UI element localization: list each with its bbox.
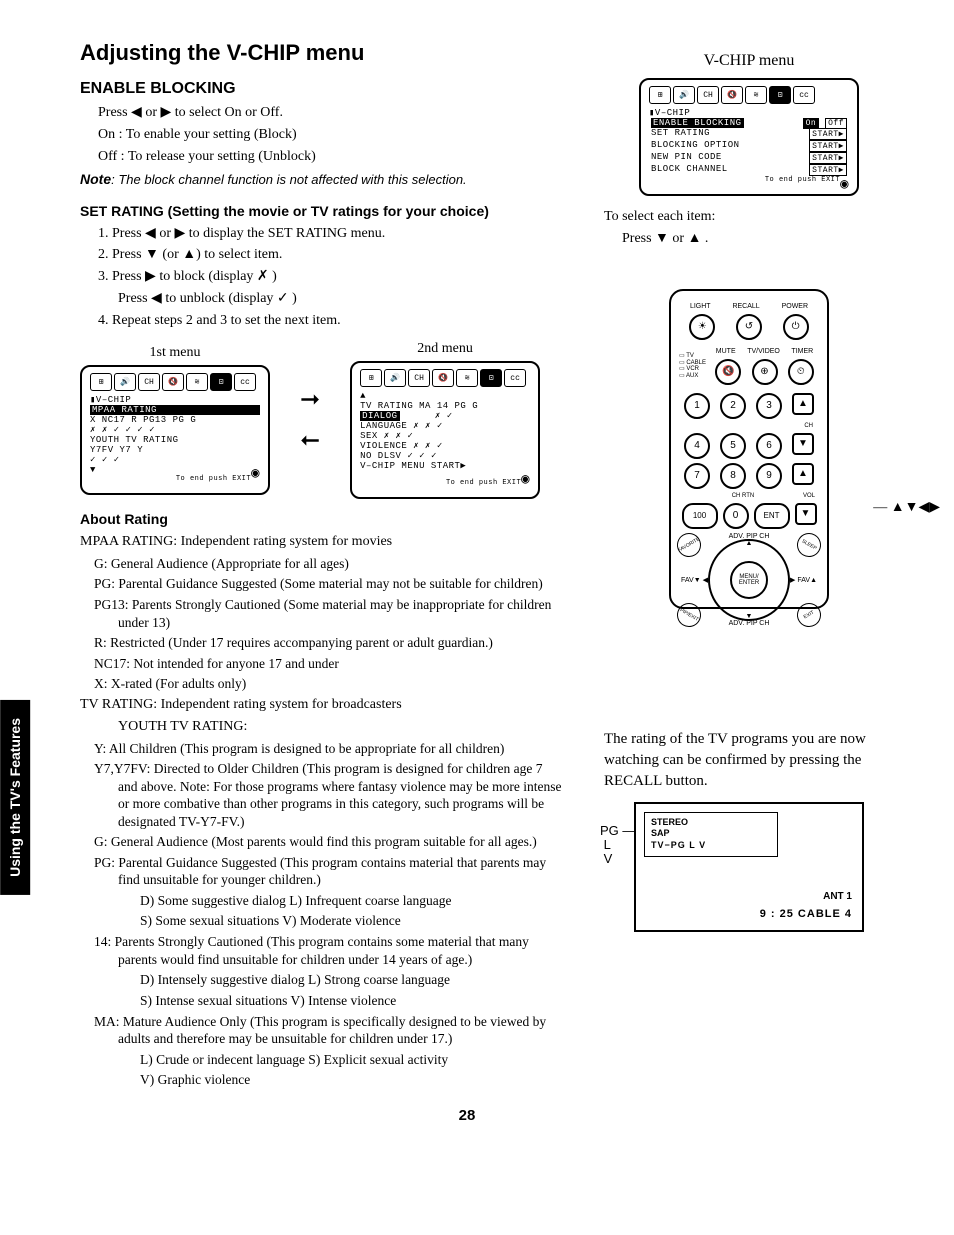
arrow-keys-label: ▲▼◀▶: [891, 500, 940, 515]
rating-y7: Y7,Y7FV: Directed to Older Children (Thi…: [80, 760, 564, 830]
osd-2nd-menu: ⊞🔊CH🔇≋⊡cc ▲ TV RATING MA 14 PG G DIALOG …: [350, 361, 540, 499]
enable-line3: Off : To release your setting (Unblock): [80, 148, 564, 167]
rating-ma-v: V) Graphic violence: [80, 1071, 564, 1089]
step4: 4. Repeat steps 2 and 3 to set the next …: [80, 312, 564, 331]
rating-tpg-d: D) Some suggestive dialog L) Infrequent …: [80, 892, 564, 910]
rating-14-d: D) Intensely suggestive dialog L) Strong…: [80, 971, 564, 989]
step3b: Press ◀ to unblock (display ✓ ): [80, 290, 564, 309]
rating-14-s: S) Intense sexual situations V) Intense …: [80, 992, 564, 1010]
side-tab: Using the TV's Features: [0, 700, 30, 895]
osd-vchip-menu: ⊞🔊CH🔇≋⊡cc ▮V–CHIP ENABLE BLOCKINGOn Off …: [639, 78, 859, 196]
menus-row: 1st menu ⊞🔊CH🔇≋⊡cc ▮V–CHIP MPAA RATING X…: [80, 341, 564, 499]
about-rating-heading: About Rating: [80, 511, 564, 527]
arrow-right-icon: ➞: [300, 385, 320, 414]
rating-tpg: PG: Parental Guidance Suggested (This pr…: [80, 854, 564, 889]
rating-pg: PG: Parental Guidance Suggested (Some ma…: [80, 575, 564, 593]
select-each-item: To select each item:: [604, 208, 894, 227]
rating-x: X: X-rated (For adults only): [80, 675, 564, 693]
step2: 2. Press ▼ (or ▲) to select item.: [80, 246, 564, 265]
osd-1st-menu: ⊞🔊CH🔇≋⊡cc ▮V–CHIP MPAA RATING X NC17 R P…: [80, 365, 270, 495]
arrow-left-icon: ➞: [300, 426, 320, 455]
pg-callout: PG — L V: [600, 824, 635, 867]
main-title: Adjusting the V-CHIP menu: [80, 40, 564, 66]
rating-nc17: NC17: Not intended for anyone 17 and und…: [80, 655, 564, 673]
press-arrows: Press ▼ or ▲ .: [604, 230, 894, 249]
rating-r: R: Restricted (Under 17 requires accompa…: [80, 634, 564, 652]
first-menu-label: 1st menu: [80, 345, 270, 361]
vchip-menu-title: V-CHIP menu: [604, 52, 894, 70]
youth-heading: YOUTH TV RATING:: [80, 718, 564, 737]
rating-g: G: General Audience (Appropriate for all…: [80, 555, 564, 573]
step3a: 3. Press ▶ to block (display ✗ ): [80, 268, 564, 287]
tv-rating-line: TV RATING: Independent rating system for…: [80, 696, 564, 715]
tv-screen: PG — L V STEREO SAP TV−PG L V ANT 1 9 : …: [634, 802, 864, 932]
rating-tg: G: General Audience (Most parents would …: [80, 833, 564, 851]
remote-control: LIGHTRECALLPOWER ☀↺⏻ ▭ TV▭ CABLE▭ VCR▭ A…: [669, 289, 829, 609]
note-line: Note: The block channel function is not …: [80, 170, 564, 191]
rating-ma: MA: Mature Audience Only (This program i…: [80, 1013, 564, 1048]
page-number: 28: [40, 1107, 894, 1124]
rating-y: Y: All Children (This program is designe…: [80, 740, 564, 758]
note-label: Note: [80, 171, 111, 187]
set-rating-heading: SET RATING (Setting the movie or TV rati…: [80, 203, 564, 219]
rating-tpg-s: S) Some sexual situations V) Moderate vi…: [80, 912, 564, 930]
rating-14: 14: Parents Strongly Cautioned (This pro…: [80, 933, 564, 968]
mpaa-line: MPAA RATING: Independent rating system f…: [80, 533, 564, 552]
note-text: : The block channel function is not affe…: [111, 172, 467, 187]
enable-line1: Press ◀ or ▶ to select On or Off.: [80, 104, 564, 123]
enable-blocking-heading: ENABLE BLOCKING: [80, 80, 564, 98]
rating-ma-l: L) Crude or indecent language S) Explici…: [80, 1051, 564, 1069]
step1: 1. Press ◀ or ▶ to display the SET RATIN…: [80, 225, 564, 244]
enable-line2: On : To enable your setting (Block): [80, 126, 564, 145]
rating-note: The rating of the TV programs you are no…: [604, 729, 894, 792]
rating-pg13: PG13: Parents Strongly Cautioned (Some m…: [80, 596, 564, 631]
second-menu-label: 2nd menu: [350, 341, 540, 357]
